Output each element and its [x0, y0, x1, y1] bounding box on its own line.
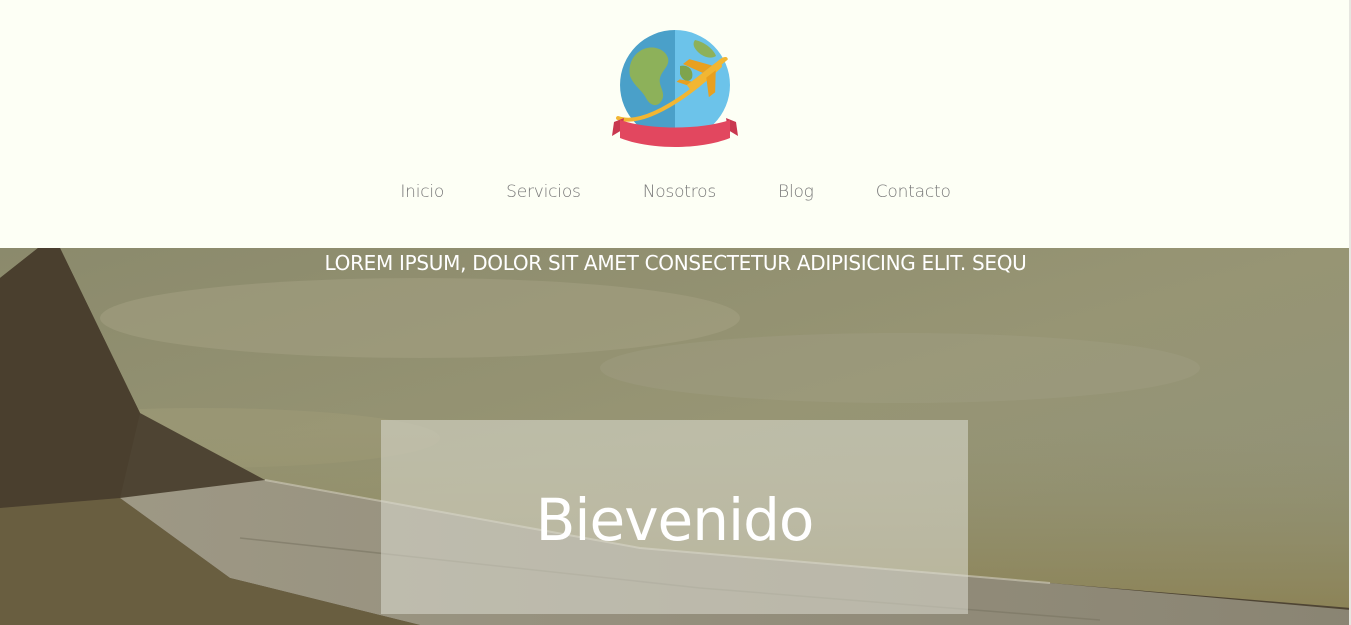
- nav-item-inicio[interactable]: Inicio: [369, 182, 475, 202]
- nav-item-nosotros[interactable]: Nosotros: [612, 182, 747, 202]
- hero-tagline: LOREM IPSUM, DOLOR SIT AMET CONSECTETUR …: [324, 251, 1027, 275]
- main-nav: Inicio Servicios Nosotros Blog Contacto: [0, 182, 1351, 202]
- site-header: Inicio Servicios Nosotros Blog Contacto: [0, 0, 1351, 248]
- hero-banner: LOREM IPSUM, DOLOR SIT AMET CONSECTETUR …: [0, 248, 1351, 625]
- welcome-box: Bievenido: [381, 420, 968, 614]
- nav-item-blog[interactable]: Blog: [747, 182, 845, 202]
- nav-item-servicios[interactable]: Servicios: [475, 182, 612, 202]
- globe-airplane-icon[interactable]: [610, 26, 740, 154]
- nav-item-contacto[interactable]: Contacto: [845, 182, 982, 202]
- welcome-heading: Bievenido: [535, 486, 815, 554]
